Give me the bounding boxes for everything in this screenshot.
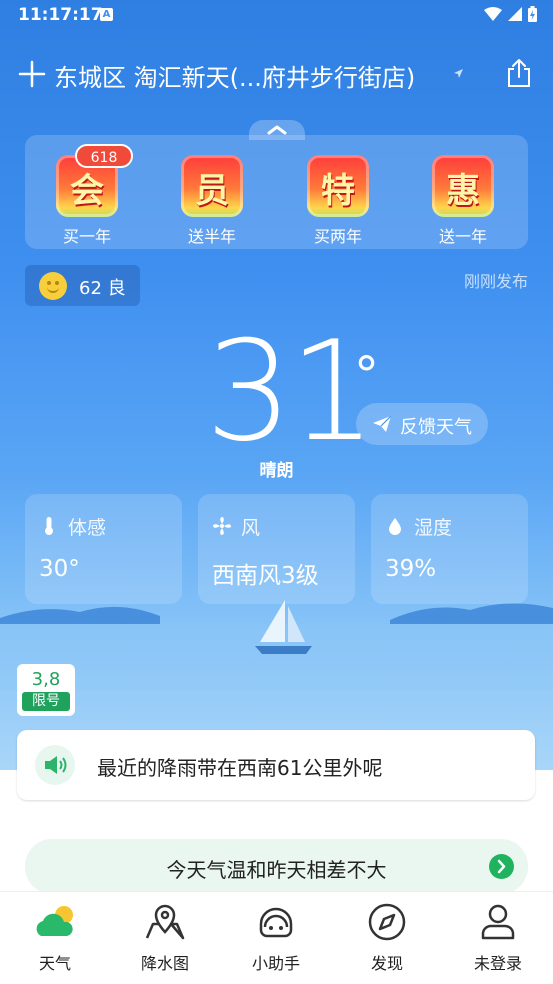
chevron-right-icon[interactable] — [489, 854, 514, 879]
send-icon — [373, 416, 391, 432]
wind-value: 西南风3级 — [212, 563, 319, 589]
user-icon — [481, 904, 515, 940]
humidity-value: 39% — [385, 556, 437, 582]
humidity-card[interactable]: 湿度 39% — [371, 494, 528, 604]
feedback-label: 反馈天气 — [400, 417, 472, 438]
promo-tile: 员 — [181, 155, 243, 217]
location-pointer-icon — [454, 69, 463, 78]
promo-caption: 买两年 — [313, 227, 362, 246]
weather-icon — [36, 906, 73, 936]
share-icon[interactable] — [505, 58, 533, 88]
membership-promo-banner[interactable]: 618 会 买一年 员 送半年 特 买两年 惠 送一年 — [25, 135, 528, 249]
promo-item-2[interactable]: 员 送半年 — [172, 155, 252, 247]
tab-precipitation-map[interactable]: 降水图 — [110, 892, 220, 984]
map-icon — [145, 904, 185, 940]
tab-label: 未登录 — [473, 954, 522, 973]
battery-icon — [528, 6, 537, 22]
degree-symbol: ° — [354, 346, 379, 404]
smiley-icon — [39, 272, 67, 300]
wifi-icon — [484, 7, 502, 21]
tab-label: 降水图 — [140, 954, 189, 973]
current-temperature: 31 — [205, 311, 377, 472]
traffic-restriction-badge[interactable]: 3,8 限号 — [17, 664, 75, 716]
tab-label: 天气 — [38, 954, 71, 973]
feedback-weather-button[interactable]: 反馈天气 — [356, 403, 488, 445]
wind-title: 风 — [241, 517, 261, 539]
rain-notice-card[interactable]: 最近的降雨带在西南61公里外呢 — [17, 730, 535, 800]
wind-card[interactable]: 风 西南风3级 — [198, 494, 355, 604]
rain-notice-text: 最近的降雨带在西南61公里外呢 — [97, 756, 383, 780]
promo-char: 特 — [321, 171, 355, 211]
promo-char: 会 — [70, 171, 104, 211]
system-icons — [484, 6, 537, 22]
assistant-icon — [259, 907, 293, 938]
tab-label: 发现 — [370, 954, 403, 973]
promo-caption: 买一年 — [62, 227, 111, 246]
tab-label: 小助手 — [251, 954, 300, 973]
lake-sailboat-illustration — [0, 600, 553, 690]
location-title[interactable]: 东城区 淘汇新天(...府井步行街店) — [54, 58, 415, 93]
tab-discover[interactable]: 发现 — [332, 892, 442, 984]
compass-icon — [368, 903, 406, 941]
add-city-icon[interactable] — [18, 60, 46, 88]
status-time: 11:17:17 — [18, 5, 103, 25]
tab-weather[interactable]: 天气 — [0, 892, 110, 984]
promo-caption: 送一年 — [438, 227, 487, 246]
promo-caption: 送半年 — [187, 227, 236, 246]
weather-background: 11:17:17 A 东城区 淘汇新天(...府井步行街店) 618 会 买一年… — [0, 0, 553, 770]
feels-like-title: 体感 — [68, 517, 107, 539]
restricted-plate-numbers: 3,8 — [31, 669, 61, 690]
temperature-compare-banner[interactable]: 今天气温和昨天相差不大 — [25, 839, 528, 894]
feels-like-card[interactable]: 体感 30° — [25, 494, 182, 604]
bottom-tab-bar: 天气 降水图 小助手 发现 未登录 — [0, 891, 553, 984]
tab-assistant[interactable]: 小助手 — [221, 892, 331, 984]
promo-tile: 惠 — [432, 155, 494, 217]
promo-item-3[interactable]: 特 买两年 — [298, 155, 378, 247]
signal-icon — [508, 7, 522, 21]
feels-like-value: 30° — [39, 556, 80, 582]
promo-char: 惠 — [446, 171, 480, 211]
publish-time: 刚刚发布 — [463, 272, 528, 291]
air-quality-badge[interactable]: 62 良 — [25, 265, 140, 306]
promo-char: 员 — [195, 171, 229, 211]
top-bar: 东城区 淘汇新天(...府井步行街店) — [0, 50, 553, 100]
promo-item-1[interactable]: 会 买一年 — [47, 155, 127, 247]
tab-profile[interactable]: 未登录 — [443, 892, 553, 984]
humidity-title: 湿度 — [414, 517, 453, 539]
air-quality-value: 62 良 — [79, 278, 126, 299]
promo-tile: 特 — [307, 155, 369, 217]
droplet-icon — [389, 518, 401, 535]
temperature-compare-text: 今天气温和昨天相差不大 — [166, 858, 387, 882]
promo-618-badge: 618 — [75, 144, 133, 168]
speaker-icon[interactable] — [35, 745, 75, 785]
fan-icon — [213, 517, 231, 535]
status-bar: 11:17:17 A — [0, 0, 553, 30]
promo-item-4[interactable]: 惠 送一年 — [423, 155, 503, 247]
app-notification-icon: A — [100, 8, 113, 21]
weather-condition: 晴朗 — [259, 461, 294, 481]
thermometer-icon — [45, 517, 53, 535]
restriction-label: 限号 — [22, 692, 70, 711]
